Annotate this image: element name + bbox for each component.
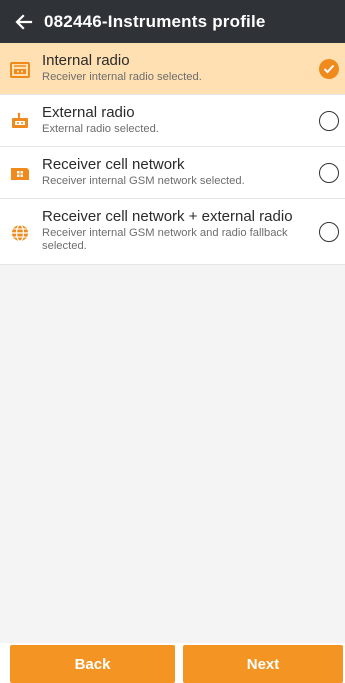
option-external-radio[interactable]: External radio External radio selected. [0,95,345,147]
next-button[interactable]: Next [183,645,343,683]
back-button[interactable]: Back [10,645,175,683]
radio-checked[interactable] [319,58,339,79]
option-label: External radio [42,104,135,121]
radio-unchecked[interactable] [319,110,339,131]
checkmark-icon [323,64,335,73]
option-label: Internal radio [42,52,130,69]
option-cell-network-plus-external-radio[interactable]: Receiver cell network + external radio R… [0,199,345,265]
option-label: Receiver cell network [42,156,185,173]
option-description: Receiver internal radio selected. [42,71,202,83]
option-description: Receiver internal GSM network selected. [42,175,245,187]
connection-option-list: Internal radio Receiver internal radio s… [0,43,345,265]
footer-bar: Back Next [0,643,345,683]
radio-unchecked[interactable] [319,221,339,242]
app-screen: 082446-Instruments profile Internal radi… [0,0,345,683]
option-internal-radio[interactable]: Internal radio Receiver internal radio s… [0,43,345,95]
option-receiver-cell-network[interactable]: Receiver cell network Receiver internal … [0,147,345,199]
back-arrow-icon[interactable] [10,8,38,36]
external-radio-icon [8,109,32,133]
option-description: Receiver internal GSM network and radio … [42,227,288,252]
radio-unchecked[interactable] [319,162,339,183]
internal-radio-icon [8,57,32,81]
option-description: External radio selected. [42,123,159,135]
app-header: 082446-Instruments profile [0,0,345,43]
globe-icon [8,221,32,245]
option-label: Receiver cell network + external radio [42,208,293,225]
page-title: 082446-Instruments profile [44,11,266,31]
sim-card-icon [8,161,32,185]
